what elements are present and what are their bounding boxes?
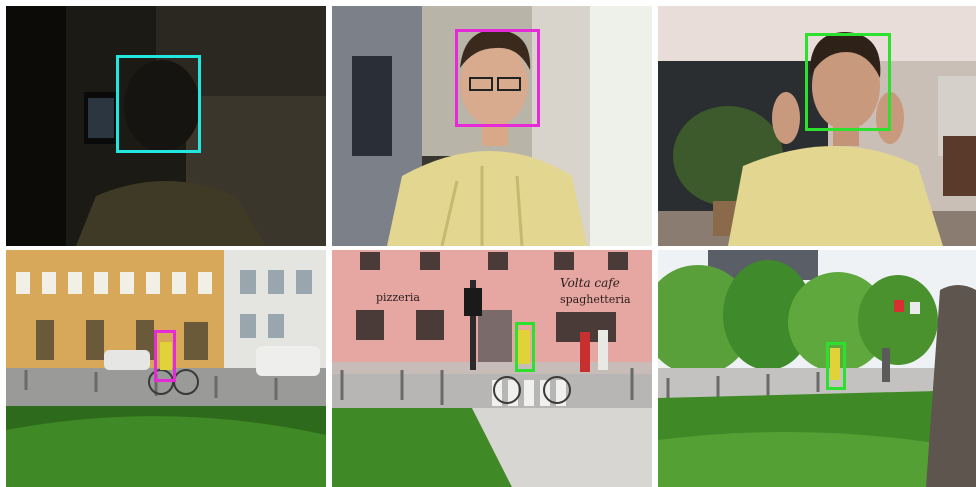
image-collage: pizzeria spaghetteria Volta cafe [0, 0, 976, 487]
face-bounding-box [455, 29, 540, 127]
sign-spaghetteria: spaghetteria [560, 293, 631, 306]
panel-indoor-waving [658, 6, 976, 246]
face-bounding-box [805, 33, 891, 131]
person-bounding-box [515, 322, 535, 372]
person-bounding-box [826, 342, 846, 390]
person-bounding-box [154, 330, 176, 382]
panel-indoor-face [332, 6, 652, 246]
panel-dark-indoor [6, 6, 326, 246]
panel-street-pink: pizzeria spaghetteria Volta cafe [332, 250, 652, 487]
face-bounding-box [116, 55, 201, 153]
sign-pizzeria: pizzeria [376, 291, 420, 304]
panel-street-yellow [6, 250, 326, 487]
sign-cafe: Volta cafe [560, 276, 620, 290]
panel-park [658, 250, 976, 487]
park-scene [658, 250, 976, 487]
